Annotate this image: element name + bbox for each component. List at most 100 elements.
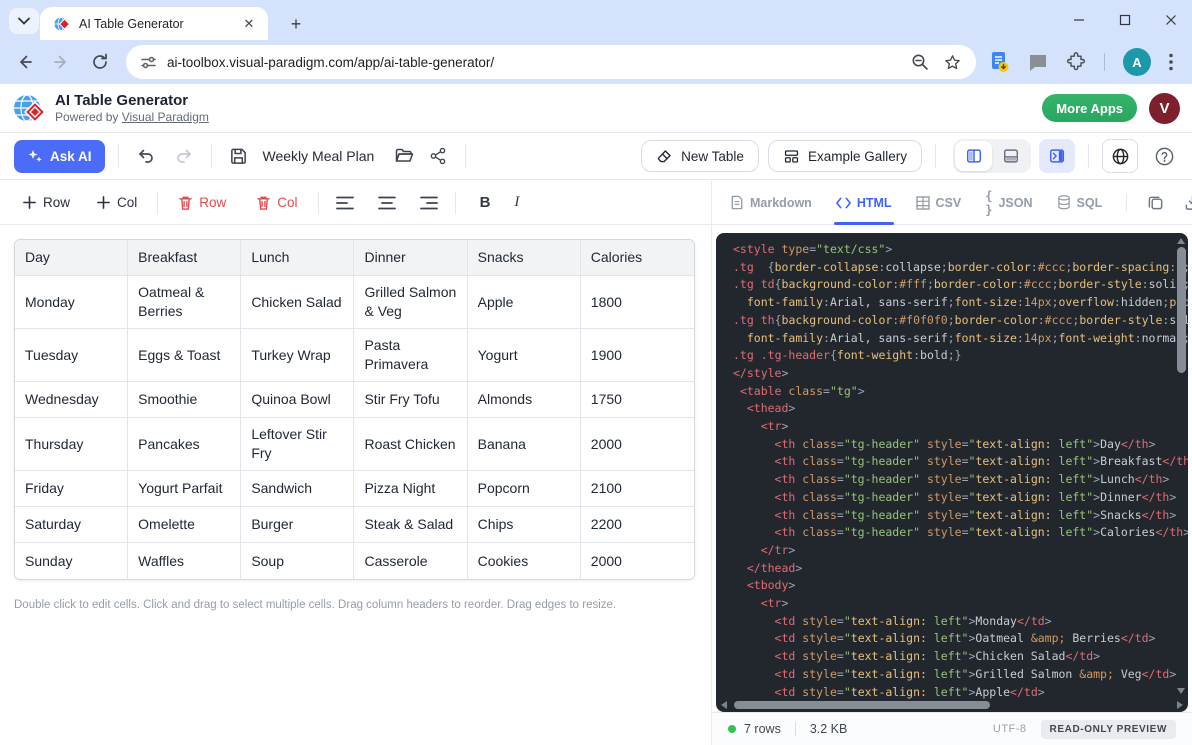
- tab-json[interactable]: { } JSON: [985, 181, 1032, 225]
- column-header[interactable]: Calories: [581, 240, 694, 276]
- table-cell[interactable]: 1900: [581, 329, 694, 382]
- table-cell[interactable]: Almonds: [468, 382, 581, 418]
- browser-menu-kebab-icon[interactable]: [1169, 53, 1173, 71]
- table-cell[interactable]: Pancakes: [128, 418, 241, 471]
- split-horizontal-button[interactable]: [992, 141, 1029, 171]
- table-cell[interactable]: Grilled Salmon & Veg: [354, 276, 467, 329]
- comment-bubble-icon[interactable]: [1028, 52, 1048, 72]
- table-cell[interactable]: Yogurt Parfait: [128, 471, 241, 507]
- extensions-puzzle-icon[interactable]: [1066, 52, 1086, 72]
- url-text[interactable]: ai-toolbox.visual-paradigm.com/app/ai-ta…: [167, 55, 900, 70]
- table-cell[interactable]: Smoothie: [128, 382, 241, 418]
- horizontal-scroll-thumb[interactable]: [734, 701, 990, 709]
- vertical-scroll-thumb[interactable]: [1177, 247, 1186, 373]
- docs-offline-extension-icon[interactable]: [990, 51, 1010, 73]
- browser-tab[interactable]: AI Table Generator ✕: [40, 7, 268, 40]
- back-button[interactable]: [10, 48, 38, 76]
- tab-close-icon[interactable]: ✕: [240, 15, 258, 33]
- column-header[interactable]: Snacks: [468, 240, 581, 276]
- download-code-button[interactable]: [1184, 194, 1192, 211]
- tab-sql[interactable]: SQL: [1057, 181, 1103, 225]
- scroll-up-arrow[interactable]: [1177, 238, 1185, 244]
- delete-col-button[interactable]: Col: [248, 189, 305, 217]
- reload-button[interactable]: [86, 48, 114, 76]
- table-cell[interactable]: Chicken Salad: [241, 276, 354, 329]
- bookmark-star-icon[interactable]: [940, 50, 964, 74]
- table-cell[interactable]: 2000: [581, 418, 694, 471]
- table-cell[interactable]: 2000: [581, 543, 694, 579]
- site-settings-icon[interactable]: [140, 54, 157, 71]
- table-cell[interactable]: Banana: [468, 418, 581, 471]
- table-cell[interactable]: Chips: [468, 507, 581, 543]
- horizontal-scrollbar[interactable]: [716, 698, 1188, 712]
- table-cell[interactable]: Tuesday: [15, 329, 128, 382]
- column-header[interactable]: Dinner: [354, 240, 467, 276]
- scroll-down-arrow[interactable]: [1177, 688, 1185, 694]
- zoom-out-icon[interactable]: [908, 50, 932, 74]
- split-vertical-button[interactable]: [955, 141, 992, 171]
- new-table-button[interactable]: New Table: [641, 140, 759, 172]
- tab-markdown[interactable]: Markdown: [730, 181, 812, 225]
- table-cell[interactable]: Monday: [15, 276, 128, 329]
- table-cell[interactable]: Apple: [468, 276, 581, 329]
- table-cell[interactable]: Saturday: [15, 507, 128, 543]
- window-maximize-button[interactable]: [1116, 11, 1134, 29]
- bold-button[interactable]: B: [468, 190, 503, 215]
- table-cell[interactable]: Thursday: [15, 418, 128, 471]
- more-apps-button[interactable]: More Apps: [1042, 94, 1137, 122]
- table-cell[interactable]: Eggs & Toast: [128, 329, 241, 382]
- align-center-button[interactable]: [373, 189, 401, 217]
- table-cell[interactable]: Oatmeal & Berries: [128, 276, 241, 329]
- add-col-button[interactable]: Col: [88, 189, 145, 216]
- table-cell[interactable]: Burger: [241, 507, 354, 543]
- delete-row-button[interactable]: Row: [170, 189, 234, 217]
- table-cell[interactable]: Quinoa Bowl: [241, 382, 354, 418]
- table-cell[interactable]: Roast Chicken: [354, 418, 467, 471]
- table-cell[interactable]: Cookies: [468, 543, 581, 579]
- scroll-right-arrow[interactable]: [1177, 701, 1183, 709]
- table-cell[interactable]: Stir Fry Tofu: [354, 382, 467, 418]
- example-gallery-button[interactable]: Example Gallery: [768, 140, 922, 172]
- table-cell[interactable]: Popcorn: [468, 471, 581, 507]
- table-cell[interactable]: Friday: [15, 471, 128, 507]
- save-icon[interactable]: [225, 142, 253, 170]
- user-avatar[interactable]: V: [1149, 93, 1180, 124]
- table-cell[interactable]: Waffles: [128, 543, 241, 579]
- visual-paradigm-link[interactable]: Visual Paradigm: [122, 110, 209, 124]
- toggle-code-panel-button[interactable]: [1039, 139, 1075, 173]
- undo-button[interactable]: [132, 142, 160, 170]
- column-header[interactable]: Day: [15, 240, 128, 276]
- table-cell[interactable]: Casserole: [354, 543, 467, 579]
- redo-button[interactable]: [170, 142, 198, 170]
- column-header[interactable]: Breakfast: [128, 240, 241, 276]
- table-cell[interactable]: Omelette: [128, 507, 241, 543]
- table-cell[interactable]: Sunday: [15, 543, 128, 579]
- table-cell[interactable]: 2200: [581, 507, 694, 543]
- tab-html[interactable]: HTML: [836, 181, 892, 225]
- table-cell[interactable]: Turkey Wrap: [241, 329, 354, 382]
- table-cell[interactable]: 2100: [581, 471, 694, 507]
- help-button[interactable]: [1150, 142, 1178, 170]
- align-right-button[interactable]: [415, 189, 443, 217]
- table-cell[interactable]: Yogurt: [468, 329, 581, 382]
- url-field[interactable]: ai-toolbox.visual-paradigm.com/app/ai-ta…: [126, 45, 976, 79]
- window-minimize-button[interactable]: [1070, 11, 1088, 29]
- document-title[interactable]: Weekly Meal Plan: [263, 148, 375, 164]
- table-cell[interactable]: Pizza Night: [354, 471, 467, 507]
- ask-ai-button[interactable]: Ask AI: [14, 140, 105, 173]
- vertical-scrollbar[interactable]: [1174, 233, 1188, 699]
- table-cell[interactable]: Leftover Stir Fry: [241, 418, 354, 471]
- table-cell[interactable]: Steak & Salad: [354, 507, 467, 543]
- table-cell[interactable]: Wednesday: [15, 382, 128, 418]
- scroll-left-arrow[interactable]: [721, 701, 727, 709]
- align-left-button[interactable]: [331, 189, 359, 217]
- table-cell[interactable]: Sandwich: [241, 471, 354, 507]
- table-cell[interactable]: Soup: [241, 543, 354, 579]
- browser-profile-avatar[interactable]: A: [1123, 48, 1151, 76]
- add-row-button[interactable]: Row: [14, 189, 78, 216]
- open-folder-icon[interactable]: [390, 142, 418, 170]
- share-icon[interactable]: [424, 142, 452, 170]
- language-globe-button[interactable]: [1102, 139, 1138, 173]
- new-tab-button[interactable]: +: [284, 12, 308, 36]
- table-cell[interactable]: 1800: [581, 276, 694, 329]
